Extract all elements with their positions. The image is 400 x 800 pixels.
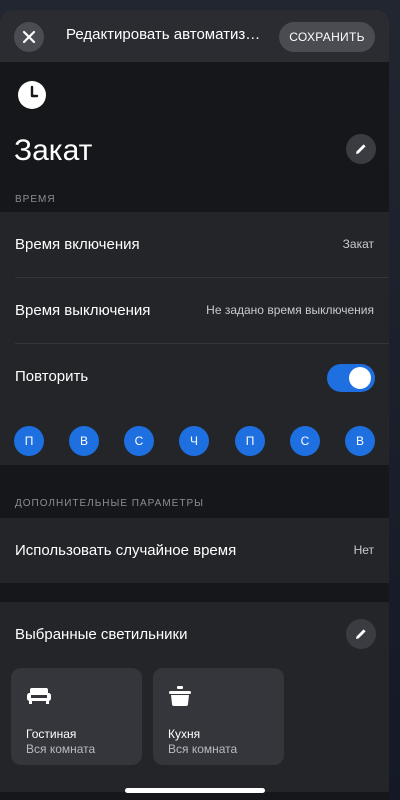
random-time-card: Использовать случайное время Нет	[0, 518, 389, 583]
random-time-row[interactable]: Использовать случайное время Нет	[0, 518, 389, 583]
close-button[interactable]	[14, 22, 44, 52]
toggle-knob	[349, 367, 371, 389]
day-tuesday-button[interactable]: В	[69, 426, 99, 456]
on-time-row[interactable]: Время включения Закат	[0, 212, 389, 277]
random-time-value: Нет	[353, 543, 374, 557]
page-title: Закат	[14, 134, 93, 167]
day-thursday-button[interactable]: Ч	[179, 426, 209, 456]
day-wednesday-button[interactable]: С	[124, 426, 154, 456]
top-bar: Редактировать автоматизацию СОХРАНИТЬ	[0, 10, 389, 62]
edit-automation-sheet: Редактировать автоматизацию СОХРАНИТЬ За…	[0, 10, 389, 800]
home-indicator[interactable]	[125, 788, 265, 793]
room-name: Гостиная	[26, 727, 77, 741]
day-friday-button[interactable]: П	[235, 426, 265, 456]
day-monday-button[interactable]: П	[14, 426, 44, 456]
random-time-label: Использовать случайное время	[15, 542, 237, 559]
clock-icon	[18, 81, 46, 109]
off-time-row[interactable]: Время выключения Не задано время выключе…	[0, 278, 389, 343]
room-subtitle: Вся комната	[168, 742, 238, 756]
on-time-value: Закат	[342, 237, 374, 251]
pot-icon	[169, 686, 191, 706]
off-time-value: Не задано время выключения	[206, 303, 374, 317]
room-tile-kitchen[interactable]: Кухня Вся комната	[153, 668, 284, 765]
time-section-label: ВРЕМЯ	[15, 194, 56, 205]
edit-name-button[interactable]	[346, 134, 376, 164]
on-time-label: Время включения	[15, 236, 140, 253]
extra-section-label: ДОПОЛНИТЕЛЬНЫЕ ПАРАМЕТРЫ	[15, 498, 204, 509]
pencil-icon	[356, 629, 366, 639]
room-subtitle: Вся комната	[26, 742, 96, 756]
repeat-toggle[interactable]	[327, 364, 375, 392]
day-saturday-button[interactable]: С	[290, 426, 320, 456]
sofa-icon	[27, 688, 51, 704]
off-time-label: Время выключения	[15, 302, 151, 319]
pencil-icon	[356, 144, 366, 154]
repeat-label: Повторить	[15, 368, 89, 385]
repeat-row: Повторить	[0, 344, 389, 409]
room-tile-living-room[interactable]: Гостиная Вся комната	[11, 668, 142, 765]
day-sunday-button[interactable]: В	[345, 426, 375, 456]
close-icon	[22, 30, 36, 44]
edit-lights-button[interactable]	[346, 619, 376, 649]
top-bar-title: Редактировать автоматизацию	[66, 26, 266, 43]
lights-label: Выбранные светильники	[15, 626, 188, 643]
save-button[interactable]: СОХРАНИТЬ	[279, 22, 375, 52]
room-name: Кухня	[168, 727, 201, 741]
